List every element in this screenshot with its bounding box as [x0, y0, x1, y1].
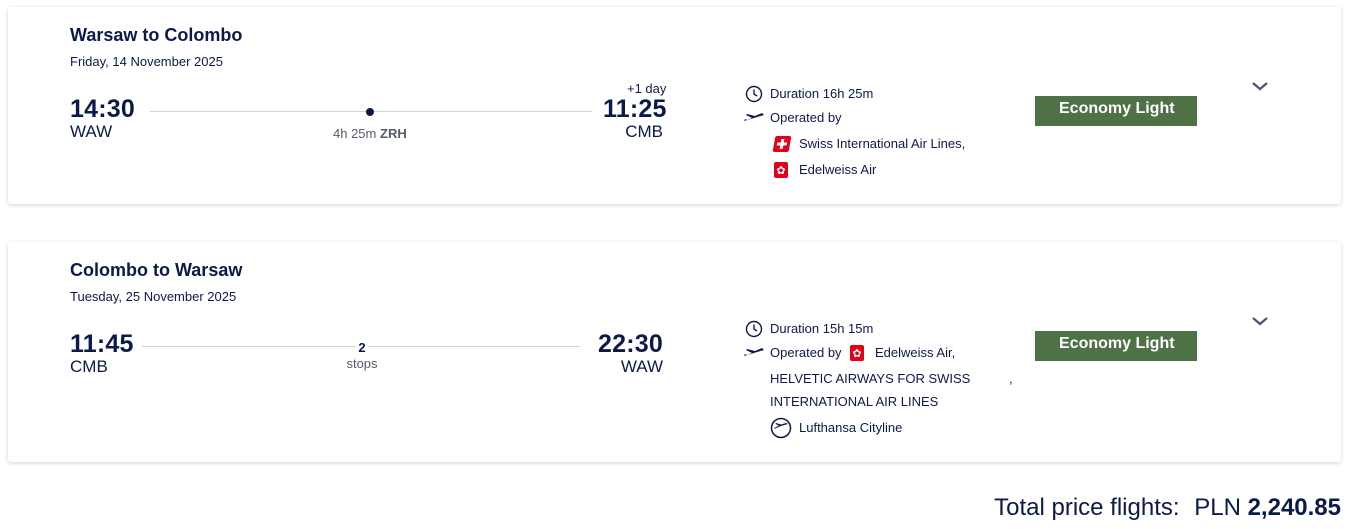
stops-label: stops — [346, 356, 378, 371]
operated-by-label: Operated by — [770, 345, 842, 360]
route-title: Colombo to Warsaw — [70, 260, 243, 280]
duration-text: Duration 15h 15m — [770, 321, 874, 336]
layover-info: 4h 25m ZRH — [333, 126, 407, 141]
arrival-time: 22:30 — [598, 330, 663, 358]
route-title: Warsaw to Colombo — [70, 25, 243, 45]
chevron-down-icon[interactable] — [1250, 79, 1270, 93]
arrival-time: 11:25 — [603, 95, 667, 123]
plane-icon — [744, 348, 764, 356]
stops-info: 2 stops — [338, 339, 386, 371]
lufthansa-logo-icon — [770, 417, 792, 439]
chevron-down-icon[interactable] — [1250, 314, 1270, 328]
departure-airport: WAW — [70, 122, 113, 141]
day-offset: +1 day — [627, 81, 667, 96]
inbound-flight-card[interactable]: Colombo to Warsaw Tuesday, 25 November 2… — [8, 242, 1341, 462]
layover-dot — [366, 108, 374, 116]
carrier-name: INTERNATIONAL AIR LINES — [770, 394, 939, 409]
plane-icon — [744, 113, 764, 121]
edelweiss-logo-icon: ✿ — [850, 345, 864, 361]
svg-text:✿: ✿ — [776, 164, 785, 177]
layover-airport: ZRH — [380, 126, 407, 141]
total-amount: 2,240.85 — [1247, 494, 1341, 521]
arrival-airport: WAW — [620, 357, 663, 376]
clock-icon — [745, 85, 763, 103]
edelweiss-logo-icon: ✿ — [774, 162, 788, 178]
flight-date: Tuesday, 25 November 2025 — [70, 289, 237, 304]
flight-date: Friday, 14 November 2025 — [70, 54, 223, 69]
swiss-logo-icon — [772, 136, 792, 152]
departure-airport: CMB — [70, 357, 108, 376]
carrier-separator: , — [1009, 371, 1013, 386]
carrier-name: Lufthansa Cityline — [799, 420, 903, 435]
svg-text:✿: ✿ — [852, 347, 861, 360]
departure-time: 14:30 — [70, 95, 135, 123]
carrier-name: HELVETIC AIRWAYS FOR SWISS — [770, 371, 971, 386]
outbound-flight-card[interactable]: Warsaw to Colombo Friday, 14 November 20… — [8, 7, 1341, 204]
carrier-name: Edelweiss Air, — [875, 345, 956, 360]
currency: PLN — [1194, 494, 1241, 521]
duration-text: Duration 16h 25m — [770, 86, 874, 101]
fare-badge[interactable]: Economy Light — [1035, 331, 1197, 361]
total-price-label: Total price flights: — [994, 494, 1180, 521]
fare-badge[interactable]: Economy Light — [1035, 96, 1197, 126]
layover-duration: 4h 25m — [333, 126, 377, 141]
operated-by-label: Operated by — [770, 110, 842, 125]
departure-time: 11:45 — [70, 330, 134, 358]
stops-count: 2 — [356, 340, 368, 355]
total-price: Total price flights: PLN 2,240.85 — [994, 494, 1341, 522]
carrier-name: Swiss International Air Lines, — [799, 136, 966, 151]
arrival-airport: CMB — [625, 122, 663, 141]
carrier-name: Edelweiss Air — [799, 162, 877, 177]
clock-icon — [745, 320, 763, 338]
